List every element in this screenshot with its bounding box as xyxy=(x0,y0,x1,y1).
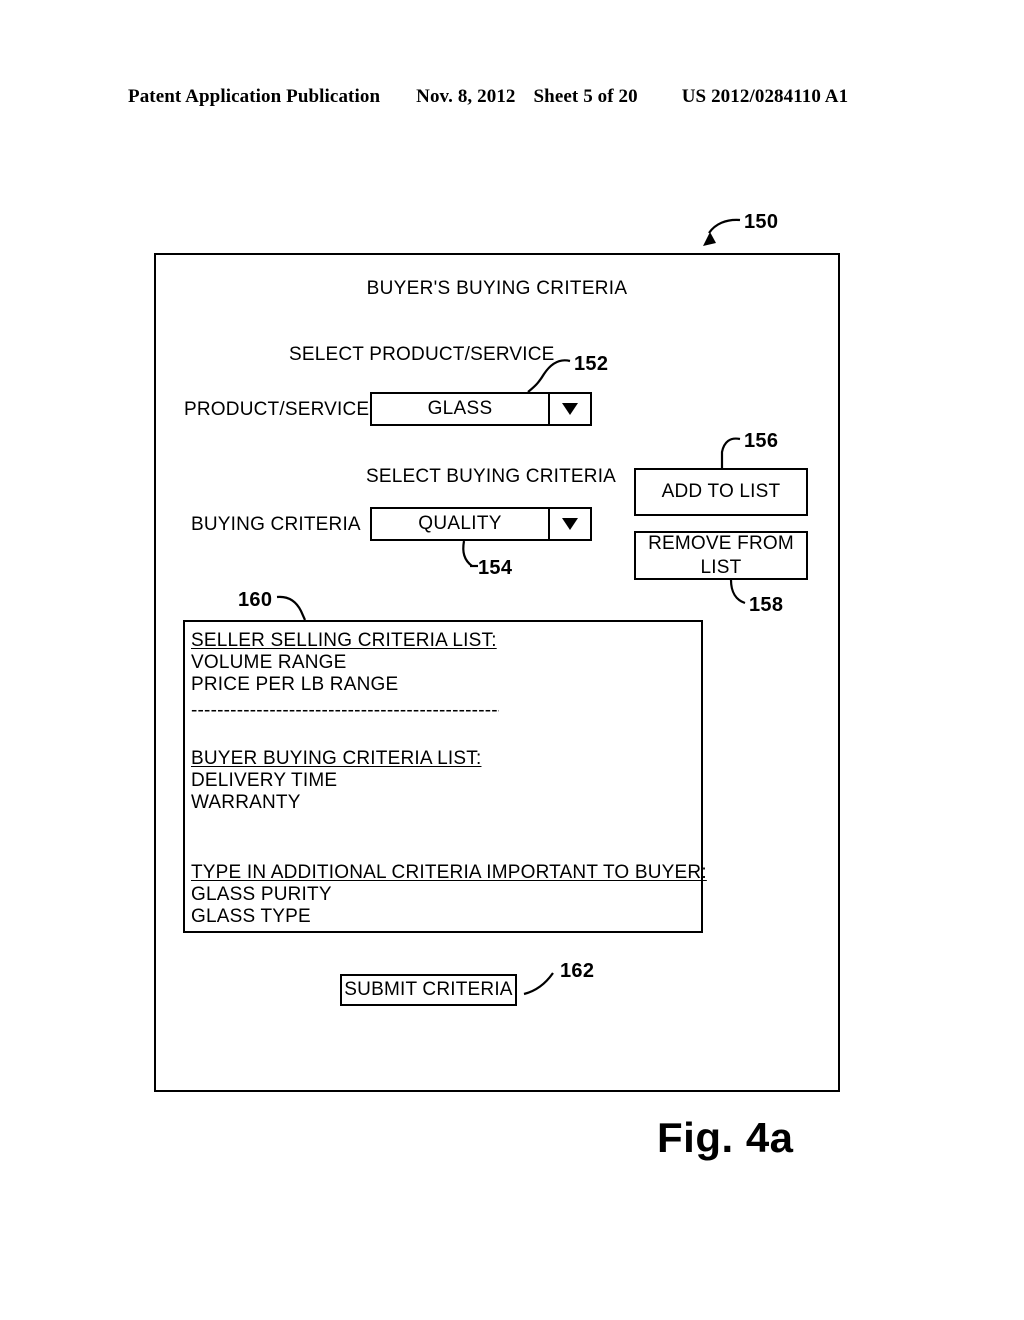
figure-caption: Fig. 4a xyxy=(657,1114,794,1161)
reference-numeral-154: 154 xyxy=(478,557,513,579)
criteria-list-box[interactable]: SELLER SELLING CRITERIA LIST: VOLUME RAN… xyxy=(183,620,707,933)
seller-selling-criteria-heading: SELLER SELLING CRITERIA LIST: xyxy=(191,630,497,651)
additional-criteria-heading: TYPE IN ADDITIONAL CRITERIA IMPORTANT TO… xyxy=(191,862,707,884)
select-buying-criteria-label: SELECT BUYING CRITERIA xyxy=(366,466,617,487)
publication-label: Patent Application Publication xyxy=(128,86,381,107)
submit-criteria-button[interactable]: SUBMIT CRITERIA xyxy=(340,974,517,1006)
list-item[interactable]: GLASS PURITY xyxy=(191,884,701,906)
product-service-dropdown-button[interactable] xyxy=(548,394,590,424)
publication-date: Nov. 8, 2012 xyxy=(416,86,516,107)
reference-numeral-160: 160 xyxy=(238,589,273,611)
list-item[interactable]: PRICE PER LB RANGE xyxy=(191,674,701,696)
buying-criteria-dropdown[interactable]: QUALITY xyxy=(370,507,592,541)
buyer-buying-criteria-heading: BUYER BUYING CRITERIA LIST: xyxy=(191,748,482,770)
list-item[interactable]: DELIVERY TIME xyxy=(191,770,701,792)
remove-from-list-button[interactable]: REMOVE FROM LIST xyxy=(634,531,808,580)
list-item[interactable]: WARRANTY xyxy=(191,792,701,814)
list-item[interactable]: VOLUME RANGE xyxy=(191,652,701,674)
chevron-down-icon xyxy=(562,518,578,530)
product-service-row-label: PRODUCT/SERVICE xyxy=(184,399,370,420)
screen-title: BUYER'S BUYING CRITERIA xyxy=(366,278,628,299)
reference-numeral-156: 156 xyxy=(744,430,779,452)
publication-header: Patent Application Publication Nov. 8, 2… xyxy=(128,86,896,112)
reference-numeral-152: 152 xyxy=(574,353,609,375)
chevron-down-icon xyxy=(562,403,578,415)
buying-criteria-row-label: BUYING CRITERIA xyxy=(191,514,361,535)
reference-numeral-162: 162 xyxy=(560,960,595,982)
patent-number: US 2012/0284110 A1 xyxy=(681,86,849,107)
add-to-list-button[interactable]: ADD TO LIST xyxy=(634,468,808,516)
list-separator: ----------------------------------------… xyxy=(191,700,499,722)
sheet-number: Sheet 5 of 20 xyxy=(533,86,638,107)
select-product-service-label: SELECT PRODUCT/SERVICE xyxy=(289,344,555,365)
list-item[interactable]: GLASS TYPE xyxy=(191,906,701,928)
product-service-selected-value: GLASS xyxy=(427,398,493,419)
reference-numeral-158: 158 xyxy=(749,594,784,616)
reference-numeral-150: 150 xyxy=(744,211,779,233)
buying-criteria-selected-value: QUALITY xyxy=(418,513,502,534)
leader-arrowhead-150 xyxy=(703,232,716,246)
buying-criteria-dropdown-button[interactable] xyxy=(548,509,590,539)
leader-line-150 xyxy=(708,218,741,234)
product-service-dropdown[interactable]: GLASS xyxy=(370,392,592,426)
